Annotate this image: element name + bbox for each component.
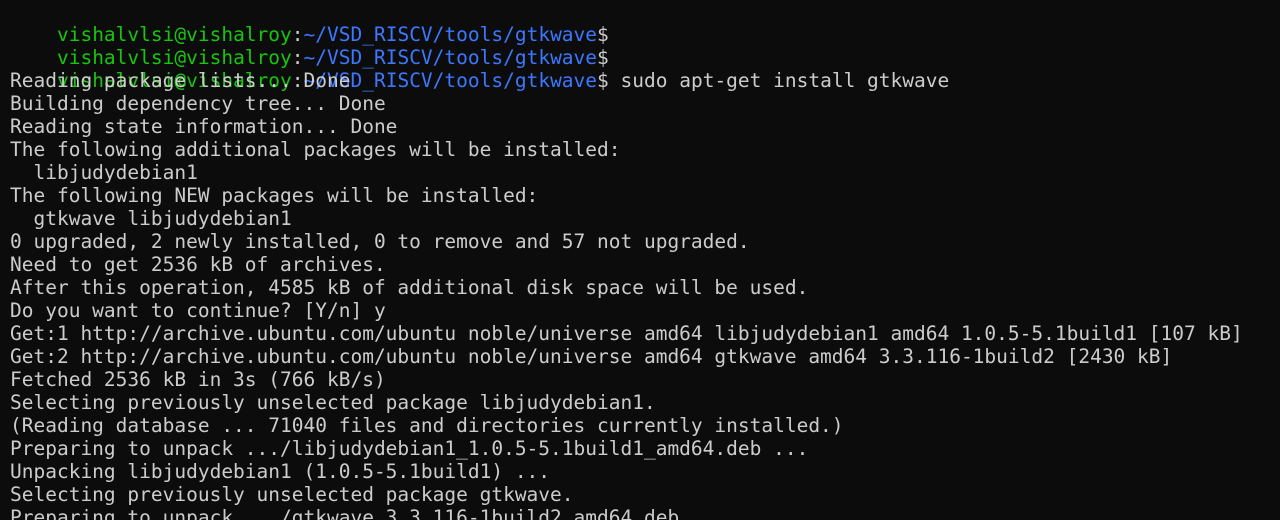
output-line: 0 upgraded, 2 newly installed, 0 to remo…: [10, 230, 750, 253]
output-line: Fetched 2536 kB in 3s (766 kB/s): [10, 368, 386, 391]
output-line: gtkwave libjudydebian1: [10, 207, 292, 230]
output-line: Unpacking libjudydebian1 (1.0.5-5.1build…: [10, 460, 551, 483]
output-line: After this operation, 4585 kB of additio…: [10, 276, 809, 299]
prompt-symbol: $: [597, 46, 609, 69]
prompt-separator: :: [291, 23, 304, 46]
output-line: Preparing to unpack .../libjudydebian1_1…: [10, 437, 809, 460]
prompt-symbol: $: [597, 23, 609, 46]
prompt-symbol: $: [597, 69, 609, 92]
prompt-user-host: vishalvlsi@vishalroy: [56, 23, 292, 46]
prompt-line: vishalvlsi@vishalroy:~/VSD_RISCV/tools/g…: [10, 0, 1280, 46]
prompt-command: sudo apt-get install gtkwave: [608, 69, 950, 92]
output-line: (Reading database ... 71040 files and di…: [10, 414, 844, 437]
output-line: libjudydebian1: [10, 161, 198, 184]
output-line: Get:2 http://archive.ubuntu.com/ubuntu n…: [10, 345, 1173, 368]
output-line: Selecting previously unselected package …: [10, 391, 656, 414]
output-line: Reading state information... Done: [10, 115, 398, 138]
prompt-user-host: vishalvlsi@vishalroy: [56, 46, 292, 69]
output-line: Building dependency tree... Done: [10, 92, 386, 115]
output-line: Need to get 2536 kB of archives.: [10, 253, 386, 276]
output-line: The following additional packages will b…: [10, 138, 621, 161]
prompt-separator: :: [291, 46, 304, 69]
output-line: The following NEW packages will be insta…: [10, 184, 539, 207]
output-line: Get:1 http://archive.ubuntu.com/ubuntu n…: [10, 322, 1243, 345]
output-line: Preparing to unpack .../gtkwave_3.3.116-…: [10, 506, 727, 520]
output-line: Selecting previously unselected package …: [10, 483, 574, 506]
prompt-path: ~/VSD_RISCV/tools/gtkwave: [303, 46, 598, 69]
prompt-path: ~/VSD_RISCV/tools/gtkwave: [303, 23, 598, 46]
output-line: Do you want to continue? [Y/n] y: [10, 299, 386, 322]
terminal-window[interactable]: vishalvlsi@vishalroy:~/VSD_RISCV/tools/g…: [0, 0, 1280, 520]
